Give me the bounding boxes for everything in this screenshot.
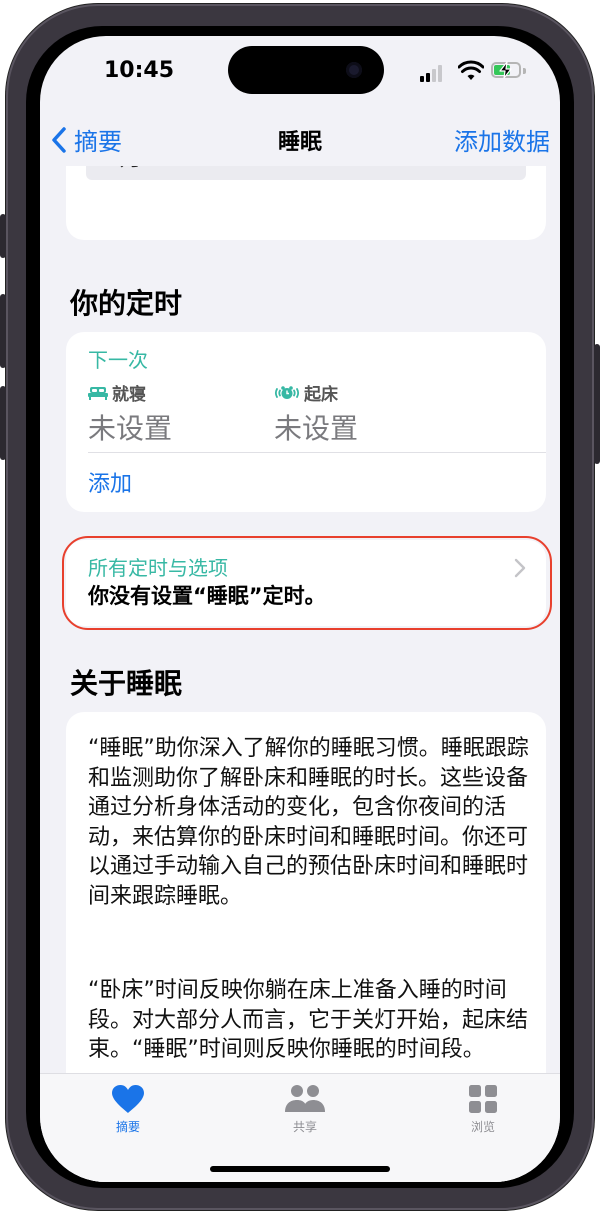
wifi-icon xyxy=(458,60,484,80)
schedule-heading: 你的定时 xyxy=(70,287,183,320)
bedtime-label: 就寝 xyxy=(112,385,146,405)
add-data-button[interactable]: 添加数据 xyxy=(454,122,550,157)
action-button xyxy=(0,214,6,258)
about-heading: 关于睡眠 xyxy=(70,667,183,700)
scroll-content[interactable]: 五月 你的定时 下一次 xyxy=(40,166,560,1182)
about-paragraph-1: “睡眠”助你深入了解你的睡眠习惯。睡眠跟踪和监测助你了解卧床和睡眠的时长。这些设… xyxy=(88,736,529,909)
heart-icon xyxy=(112,1085,144,1113)
back-label: 摘要 xyxy=(74,128,122,156)
power-button xyxy=(594,344,600,464)
previous-card-text: 五月 xyxy=(98,166,142,172)
options-title: 所有定时与选项 xyxy=(88,556,228,580)
bedtime-column: 就寝 未设置 xyxy=(88,380,172,447)
grid-icon xyxy=(469,1085,497,1113)
add-schedule-button[interactable]: 添加 xyxy=(88,466,132,498)
alarm-icon xyxy=(275,385,299,399)
wake-value: 未设置 xyxy=(274,412,359,445)
bed-icon xyxy=(88,386,108,400)
charging-bolt-icon xyxy=(499,61,512,79)
back-button[interactable]: 摘要 xyxy=(50,122,122,157)
tab-sharing[interactable]: 共享 xyxy=(260,1084,350,1135)
status-time: 10:45 xyxy=(104,58,175,83)
phone-frame: 10:45 摘要 睡眠 添加数据 你的定时 下一次 就寝 未设置 起床 未设置 … xyxy=(0,4,600,1210)
bedtime-value: 未设置 xyxy=(88,412,173,445)
all-schedules-options-row[interactable]: 所有定时与选项 你没有设置“睡眠”定时。 xyxy=(66,540,546,626)
about-paragraph-2: “卧床”时间反映你躺在床上准备入睡的时间段。对大部分人而言，它于关灯开始，起床结… xyxy=(88,978,529,1062)
status-bar: 10:45 xyxy=(40,36,560,116)
tab-summary-label: 摘要 xyxy=(115,1120,140,1134)
next-label: 下一次 xyxy=(88,348,148,372)
cellular-signal-icon xyxy=(420,64,448,82)
volume-up-button xyxy=(0,294,6,368)
people-icon xyxy=(285,1085,325,1112)
tab-browse-label: 浏览 xyxy=(470,1120,495,1134)
previous-card: 五月 xyxy=(66,166,546,240)
wake-column: 起床 未设置 xyxy=(274,380,358,447)
options-subtitle: 你没有设置“睡眠”定时。 xyxy=(88,584,326,608)
tab-summary[interactable]: 摘要 xyxy=(83,1084,173,1135)
home-indicator xyxy=(210,1166,390,1172)
chevron-left-icon xyxy=(52,126,66,153)
previous-card-bar: 五月 xyxy=(86,166,526,180)
tab-sharing-label: 共享 xyxy=(292,1120,317,1134)
schedule-card: 下一次 就寝 未设置 起床 未设置 添加 xyxy=(66,332,546,512)
wake-label: 起床 xyxy=(304,385,338,405)
tab-bar: 摘要 共享 浏览 xyxy=(40,1073,560,1182)
bezel: 10:45 摘要 睡眠 添加数据 你的定时 下一次 就寝 未设置 起床 未设置 … xyxy=(26,26,574,1188)
navigation-bar: 摘要 睡眠 添加数据 xyxy=(40,116,560,166)
divider xyxy=(88,452,546,453)
volume-down-button xyxy=(0,386,6,460)
chevron-right-icon xyxy=(514,558,526,578)
tab-browse[interactable]: 浏览 xyxy=(438,1084,528,1135)
screen: 10:45 摘要 睡眠 添加数据 你的定时 下一次 就寝 未设置 起床 未设置 … xyxy=(40,36,560,1182)
camera-icon xyxy=(346,62,362,78)
dynamic-island xyxy=(228,46,384,94)
